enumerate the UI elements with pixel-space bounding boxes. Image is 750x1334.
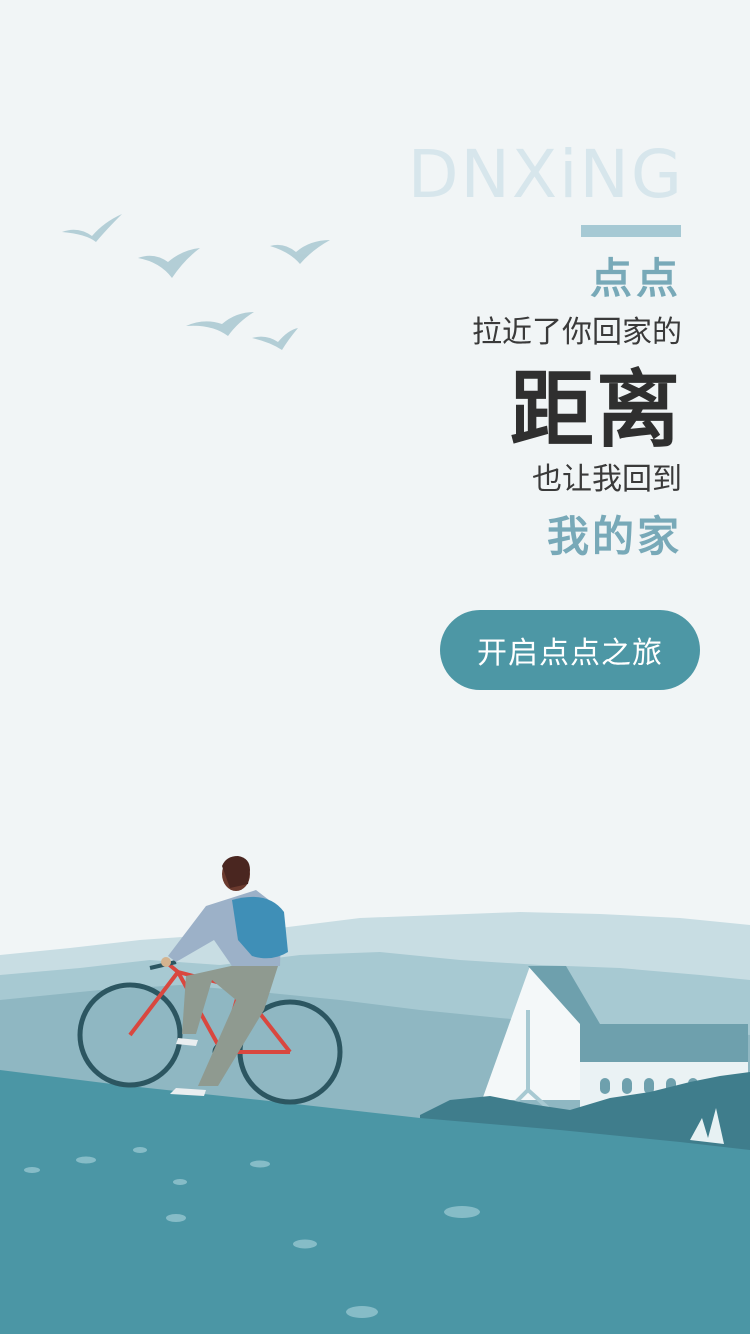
splash-screen: DNXiNG 点点 拉近了你回家的 距离 也让我回到 我的家 开启点点之旅 bbox=[0, 0, 750, 1334]
headline-line-2: 拉近了你回家的 bbox=[472, 315, 682, 350]
headline-emphasis: 距离 bbox=[509, 361, 682, 459]
brand-logo-text: DNXiNG bbox=[407, 136, 684, 213]
bird-icon bbox=[270, 240, 330, 264]
bird-icon bbox=[62, 214, 122, 242]
headline-line-4: 也让我回到 bbox=[532, 462, 682, 497]
headline-line-5: 我的家 bbox=[546, 512, 682, 561]
bird-icon bbox=[138, 248, 200, 278]
bird-icon bbox=[186, 312, 254, 336]
bird-icon bbox=[252, 328, 298, 350]
start-journey-button[interactable]: 开启点点之旅 bbox=[440, 610, 700, 690]
brand-underline bbox=[581, 225, 681, 237]
birds-group bbox=[62, 214, 330, 350]
headline-title: 点点 bbox=[589, 254, 682, 303]
